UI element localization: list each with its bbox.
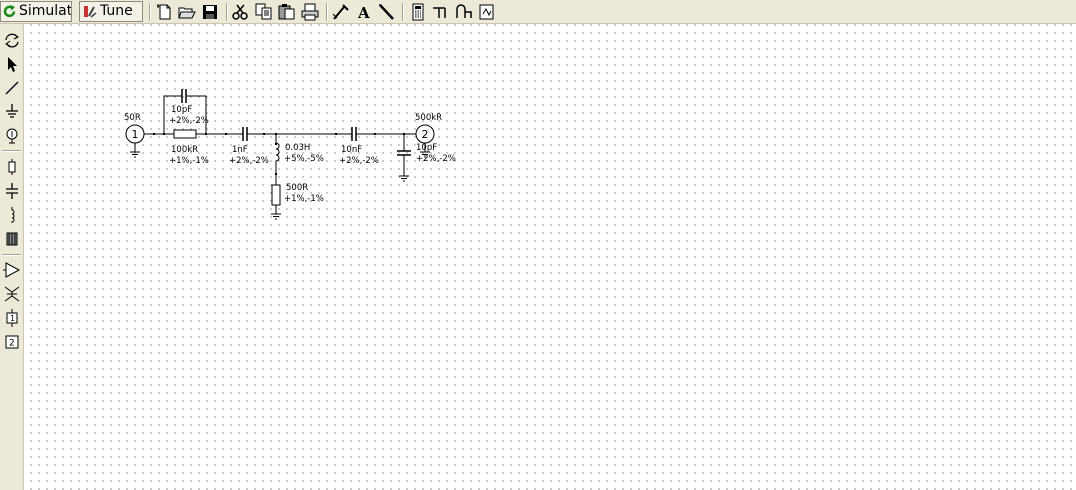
c-shunt-ground [399, 155, 409, 182]
port2-impedance: 500kR [415, 113, 442, 123]
r-shunt-tolerance: +1%,-1% [284, 194, 324, 204]
c-series1-tolerance: +2%,-2% [229, 156, 269, 166]
c-series2-symbol[interactable] [351, 127, 357, 141]
c-series2-value: 10nF [341, 145, 362, 155]
c-series1-symbol[interactable] [242, 127, 248, 141]
circuit-schematic: 1 2 50R 500kR 10pF +2%,-2% 100kR +1%,-1%… [124, 89, 456, 220]
l-shunt-symbol[interactable] [275, 134, 280, 185]
port1-number: 1 [132, 128, 139, 141]
wire [163, 95, 207, 134]
c-shunt-symbol[interactable] [397, 150, 411, 156]
c-parallel-tolerance: +2%,-2% [169, 116, 209, 126]
l-shunt-value: 0.03H [285, 143, 310, 153]
r-shunt-ground [271, 205, 281, 220]
c-shunt-tolerance: +2%,-2% [416, 154, 456, 164]
r-series-tolerance: +1%,-1% [169, 156, 209, 166]
port1-impedance: 50R [124, 113, 141, 123]
r-series-value: 100kR [171, 145, 198, 155]
port2-number: 2 [422, 128, 429, 141]
r-shunt-symbol[interactable] [271, 184, 281, 206]
l-shunt-tolerance: +5%,-5% [284, 154, 324, 164]
r-shunt-value: 500R [286, 183, 308, 193]
port1-ground [130, 143, 140, 158]
c-parallel-value: 10pF [171, 105, 192, 115]
c-parallel-symbol[interactable] [181, 89, 187, 103]
c-series2-tolerance: +2%,-2% [339, 156, 379, 166]
c-series1-value: 1nF [232, 145, 248, 155]
r-series-symbol[interactable] [173, 129, 197, 139]
c-shunt-value: 10pF [416, 143, 437, 153]
